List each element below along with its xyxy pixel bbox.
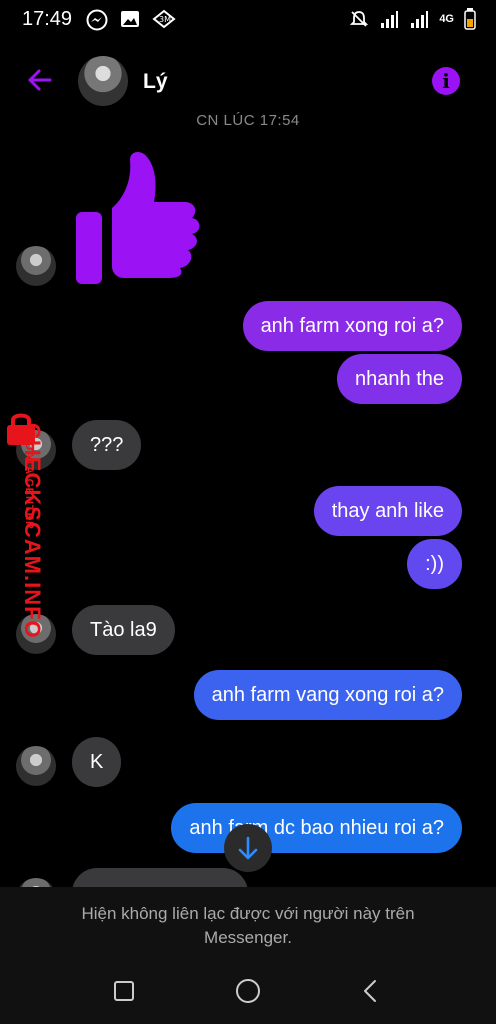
image-icon [121, 11, 139, 27]
conversation-timestamp: CN LÚC 17:54 [196, 112, 300, 128]
message-bubble-outgoing[interactable]: nhanh the [337, 354, 462, 404]
back-arrow-icon[interactable] [24, 64, 56, 96]
signal-icon [411, 11, 429, 28]
info-icon[interactable]: i [432, 67, 460, 95]
message-bubble-incoming[interactable]: Tào la9 [72, 605, 175, 655]
sender-avatar[interactable] [16, 746, 56, 786]
back-icon[interactable] [361, 979, 381, 1003]
svg-text:3M: 3M [159, 15, 171, 24]
mute-icon [350, 11, 369, 27]
status-time: 17:49 [22, 8, 73, 30]
scroll-to-bottom-button[interactable] [224, 824, 272, 872]
message-bubble-outgoing[interactable]: anh farm dc bao nhieu roi a? [171, 803, 462, 853]
recent-apps-icon[interactable] [113, 980, 135, 1002]
like-sticker-icon [76, 152, 200, 284]
message-bubble-outgoing[interactable]: :)) [407, 539, 462, 589]
arrow-down-icon [238, 836, 258, 860]
home-icon[interactable] [235, 978, 261, 1004]
watermark-subtext: DATA CENTER [23, 442, 35, 530]
chat-header: Lý i [0, 40, 496, 122]
message-bubble-outgoing[interactable]: thay anh like [313, 486, 462, 536]
status-bar: 17:49 3M 4G [0, 0, 496, 40]
signal-icon [381, 11, 399, 28]
sender-avatar[interactable] [16, 246, 56, 286]
app-icon: 3M [152, 9, 176, 29]
message-bubble-outgoing[interactable]: anh farm xong roi a? [242, 301, 462, 351]
watermark: CHECKSCAM.INFO DATA CENTER [2, 410, 62, 650]
status-right-group: 4G [349, 8, 476, 30]
contact-avatar[interactable] [78, 56, 128, 106]
message-bubble-incoming[interactable]: K [72, 737, 122, 787]
contact-name[interactable]: Lý [143, 70, 168, 94]
network-type: 4G [439, 13, 454, 25]
message-bubble-outgoing[interactable]: anh farm vang xong roi a? [193, 670, 462, 720]
notice-text: Hiện không liên lạc được với người này t… [81, 904, 415, 947]
system-nav-bar [0, 958, 496, 1024]
message-bubble-incoming[interactable]: ??? [72, 420, 142, 470]
battery-icon [464, 8, 476, 30]
messenger-icon [86, 9, 108, 31]
